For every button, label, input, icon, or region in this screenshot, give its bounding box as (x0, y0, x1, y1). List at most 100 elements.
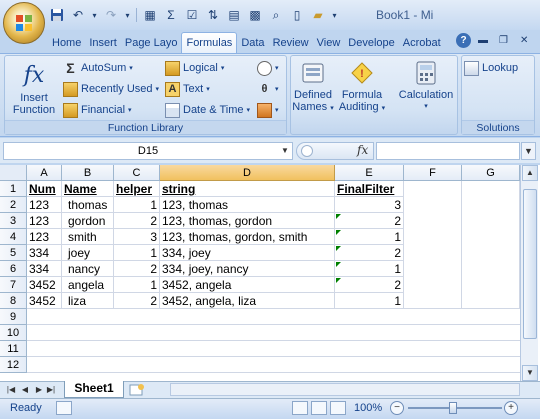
cell-c2[interactable]: 1 (114, 197, 160, 213)
financial-button[interactable]: Financial ▾ (63, 101, 132, 119)
logical-button[interactable]: Logical ▾ (165, 59, 224, 77)
row-header-10[interactable]: 10 (0, 325, 27, 341)
undo-icon[interactable]: ↶ (69, 6, 87, 24)
row-header-3[interactable]: 3 (0, 213, 27, 229)
cell-c3[interactable]: 2 (114, 213, 160, 229)
cell-a1[interactable]: Num (27, 181, 62, 197)
defined-names-button[interactable]: Defined Names ▾ (292, 59, 334, 115)
cell-e5[interactable]: 2 (335, 245, 404, 261)
cell-a6[interactable]: 334 (27, 261, 62, 277)
math-trig-button[interactable]: θ ▾ (257, 80, 279, 98)
first-sheet-icon[interactable]: |◀ (6, 384, 16, 396)
cell-d1[interactable]: string (160, 181, 335, 197)
empty-row-12[interactable] (27, 357, 520, 373)
sort-icon[interactable]: ⇅ (204, 6, 222, 24)
row-header-8[interactable]: 8 (0, 293, 27, 309)
cell-e3[interactable]: 2 (335, 213, 404, 229)
cell-b6[interactable]: nancy (62, 261, 114, 277)
row-header-9[interactable]: 9 (0, 309, 27, 325)
tab-view[interactable]: View (313, 32, 345, 53)
cell-d8[interactable]: 3452, angela, liza (160, 293, 335, 309)
cell-d2[interactable]: 123, thomas (160, 197, 335, 213)
zoom-out-icon[interactable]: − (390, 401, 404, 415)
cell-e7[interactable]: 2 (335, 277, 404, 293)
preview-icon[interactable]: ⌕ (267, 6, 285, 24)
cell-a7[interactable]: 3452 (27, 277, 62, 293)
row-header-1[interactable]: 1 (0, 181, 27, 197)
close-icon[interactable]: ✕ (520, 35, 528, 46)
formula-auditing-button[interactable]: ! Formula Auditing ▾ (337, 59, 387, 115)
error-indicator-icon[interactable] (336, 246, 341, 251)
insert-function-button[interactable]: fx Insert Function (9, 62, 59, 117)
minimize-icon[interactable]: ▬ (478, 35, 488, 46)
tab-review[interactable]: Review (269, 32, 313, 53)
customize-toolbar-icon[interactable]: ▾ (330, 6, 339, 24)
name-box[interactable]: D15 (3, 142, 293, 160)
error-indicator-icon[interactable] (336, 278, 341, 283)
cell-c6[interactable]: 2 (114, 261, 160, 277)
tab-page-layout[interactable]: Page Layo (121, 32, 182, 53)
next-sheet-icon[interactable]: ▶ (34, 384, 44, 396)
cell-b2[interactable]: thomas (62, 197, 114, 213)
format-icon[interactable]: ▩ (246, 6, 264, 24)
row-header-4[interactable]: 4 (0, 229, 27, 245)
cell-b5[interactable]: joey (62, 245, 114, 261)
cell-b8[interactable]: liza (62, 293, 114, 309)
column-header-c[interactable]: C (114, 165, 160, 181)
cell-c1[interactable]: helper (114, 181, 160, 197)
empty-row-11[interactable] (27, 341, 520, 357)
page-break-view-icon[interactable] (330, 401, 346, 415)
empty-row-10[interactable] (27, 325, 520, 341)
cell-b4[interactable]: smith (62, 229, 114, 245)
empty-row-9[interactable] (27, 309, 520, 325)
lookup-button[interactable]: Lookup (464, 59, 518, 77)
calculator-icon[interactable]: ▦ (141, 6, 159, 24)
save-icon[interactable] (48, 6, 66, 24)
chart-icon[interactable]: ▤ (225, 6, 243, 24)
zoom-level[interactable]: 100% (354, 402, 382, 414)
scroll-down-icon[interactable]: ▼ (522, 365, 538, 381)
cell-a3[interactable]: 123 (27, 213, 62, 229)
column-header-d[interactable]: D (160, 165, 335, 181)
more-functions-button[interactable]: ▾ (257, 101, 279, 119)
cell-e8[interactable]: 1 (335, 293, 404, 309)
tab-home[interactable]: Home (48, 32, 85, 53)
vertical-scrollbar[interactable]: ▲ ▼ (520, 165, 538, 381)
cell-d6[interactable]: 334, joey, nancy (160, 261, 335, 277)
checkbox-icon[interactable]: ☑ (183, 6, 201, 24)
cell-e6[interactable]: 1 (335, 261, 404, 277)
text-button[interactable]: A Text ▾ (165, 80, 210, 98)
tab-insert[interactable]: Insert (85, 32, 121, 53)
cell-b3[interactable]: gordon (62, 213, 114, 229)
cell-c4[interactable]: 3 (114, 229, 160, 245)
worksheet-grid[interactable]: A B C D E F G 1 2 3 4 5 6 7 8 9 10 11 12… (0, 165, 540, 381)
help-icon[interactable]: ? (456, 33, 471, 48)
scroll-up-icon[interactable]: ▲ (522, 165, 538, 181)
sum-icon[interactable]: Σ (162, 6, 180, 24)
name-box-dropdown-icon[interactable]: ▼ (279, 143, 291, 159)
office-button[interactable] (3, 2, 45, 44)
date-time-button[interactable]: Date & Time ▾ (165, 101, 250, 119)
redo-dropdown-icon[interactable]: ▾ (123, 6, 132, 24)
row-header-12[interactable]: 12 (0, 357, 27, 373)
cell-d7[interactable]: 3452, angela (160, 277, 335, 293)
select-all-corner[interactable] (0, 165, 27, 181)
row-header-5[interactable]: 5 (0, 245, 27, 261)
insert-sheet-icon[interactable] (128, 383, 150, 396)
cell-c5[interactable]: 1 (114, 245, 160, 261)
cell-b7[interactable]: angela (62, 277, 114, 293)
new-document-icon[interactable]: ▯ (288, 6, 306, 24)
row-header-11[interactable]: 11 (0, 341, 27, 357)
scroll-thumb[interactable] (523, 189, 537, 339)
zoom-slider-thumb[interactable] (449, 402, 457, 414)
column-header-e[interactable]: E (335, 165, 404, 181)
undo-dropdown-icon[interactable]: ▾ (90, 6, 99, 24)
cell-c7[interactable]: 1 (114, 277, 160, 293)
cell-e4[interactable]: 1 (335, 229, 404, 245)
insert-function-icon[interactable]: fx (357, 143, 368, 157)
last-sheet-icon[interactable]: ▶| (46, 384, 56, 396)
column-header-a[interactable]: A (27, 165, 62, 181)
normal-view-icon[interactable] (292, 401, 308, 415)
horizontal-scrollbar[interactable] (170, 383, 520, 396)
redo-icon[interactable]: ↷ (102, 6, 120, 24)
